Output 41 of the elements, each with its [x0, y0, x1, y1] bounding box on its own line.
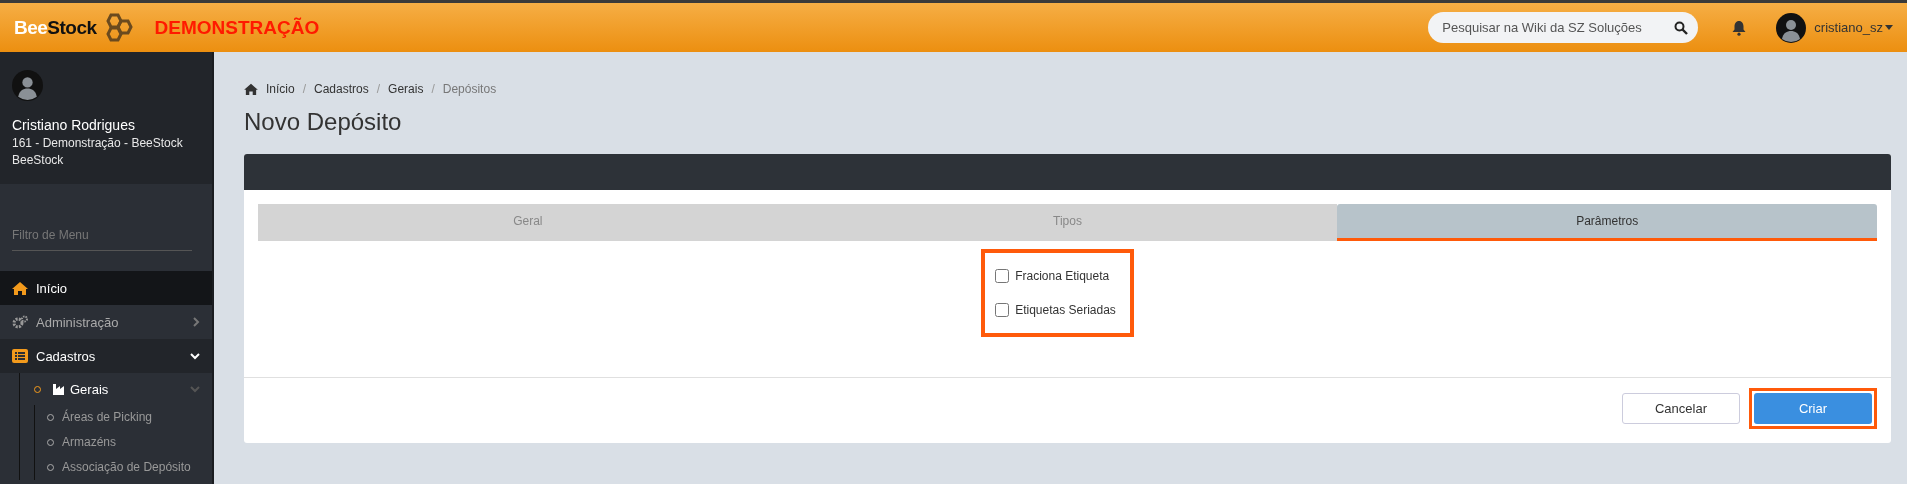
- user-detail: BeeStock: [12, 153, 65, 167]
- breadcrumb-separator: /: [302, 82, 307, 96]
- checkbox-label: Etiquetas Seriadas: [1015, 303, 1116, 317]
- checkbox[interactable]: [995, 269, 1010, 283]
- checkbox-label: Fraciona Etiqueta: [1015, 269, 1110, 283]
- user-detail: 161 - Demonstração - BeeStock: [12, 136, 184, 150]
- menu-item[interactable]: Cadastros: [0, 339, 212, 373]
- home-icon: [12, 281, 28, 295]
- gears-icon: [12, 315, 28, 329]
- list-icon: [12, 349, 28, 363]
- page-title: Novo Depósito: [244, 108, 403, 136]
- factory-icon: [53, 383, 66, 395]
- cancel-button[interactable]: Cancelar: [1622, 393, 1740, 424]
- caret-icon: [1885, 25, 1893, 30]
- menu-item[interactable]: Armazéns: [35, 430, 212, 455]
- menu-item[interactable]: Associação de Depósito: [35, 455, 212, 480]
- menu-item[interactable]: Administração: [0, 305, 212, 339]
- checkbox[interactable]: [995, 303, 1010, 317]
- breadcrumb-link[interactable]: Gerais: [388, 82, 424, 96]
- user-name: Cristiano Rodrigues: [12, 117, 136, 133]
- tab[interactable]: Parâmetros: [1337, 204, 1877, 241]
- chevron-down-icon: [190, 352, 200, 360]
- menu-item[interactable]: Gerais: [20, 373, 212, 405]
- breadcrumb-link[interactable]: Início: [266, 82, 295, 96]
- menu-filter-field[interactable]: Filtro de Menu: [12, 224, 192, 251]
- bell-icon[interactable]: [1732, 19, 1747, 36]
- breadcrumb-separator: /: [376, 82, 381, 96]
- avatar-icon[interactable]: [1776, 12, 1807, 43]
- search-field[interactable]: Pesquisar na Wiki da SZ Soluções: [1428, 12, 1699, 43]
- home-icon: [244, 83, 258, 95]
- user-menu[interactable]: cristiano_sz: [1814, 20, 1893, 35]
- breadcrumb-separator: /: [431, 82, 435, 96]
- avatar-icon: [12, 70, 43, 101]
- logo-text[interactable]: BeeStock: [14, 16, 97, 39]
- menu-item[interactable]: Áreas de Picking: [35, 405, 212, 430]
- breadcrumb-link[interactable]: Cadastros: [314, 82, 369, 96]
- menu-item[interactable]: Início: [0, 271, 212, 305]
- environment-label: DEMONSTRAÇÃO: [154, 16, 320, 39]
- search-icon: [1674, 21, 1689, 35]
- chevron-down-icon: [190, 385, 200, 393]
- chevron-right-icon: [193, 317, 200, 327]
